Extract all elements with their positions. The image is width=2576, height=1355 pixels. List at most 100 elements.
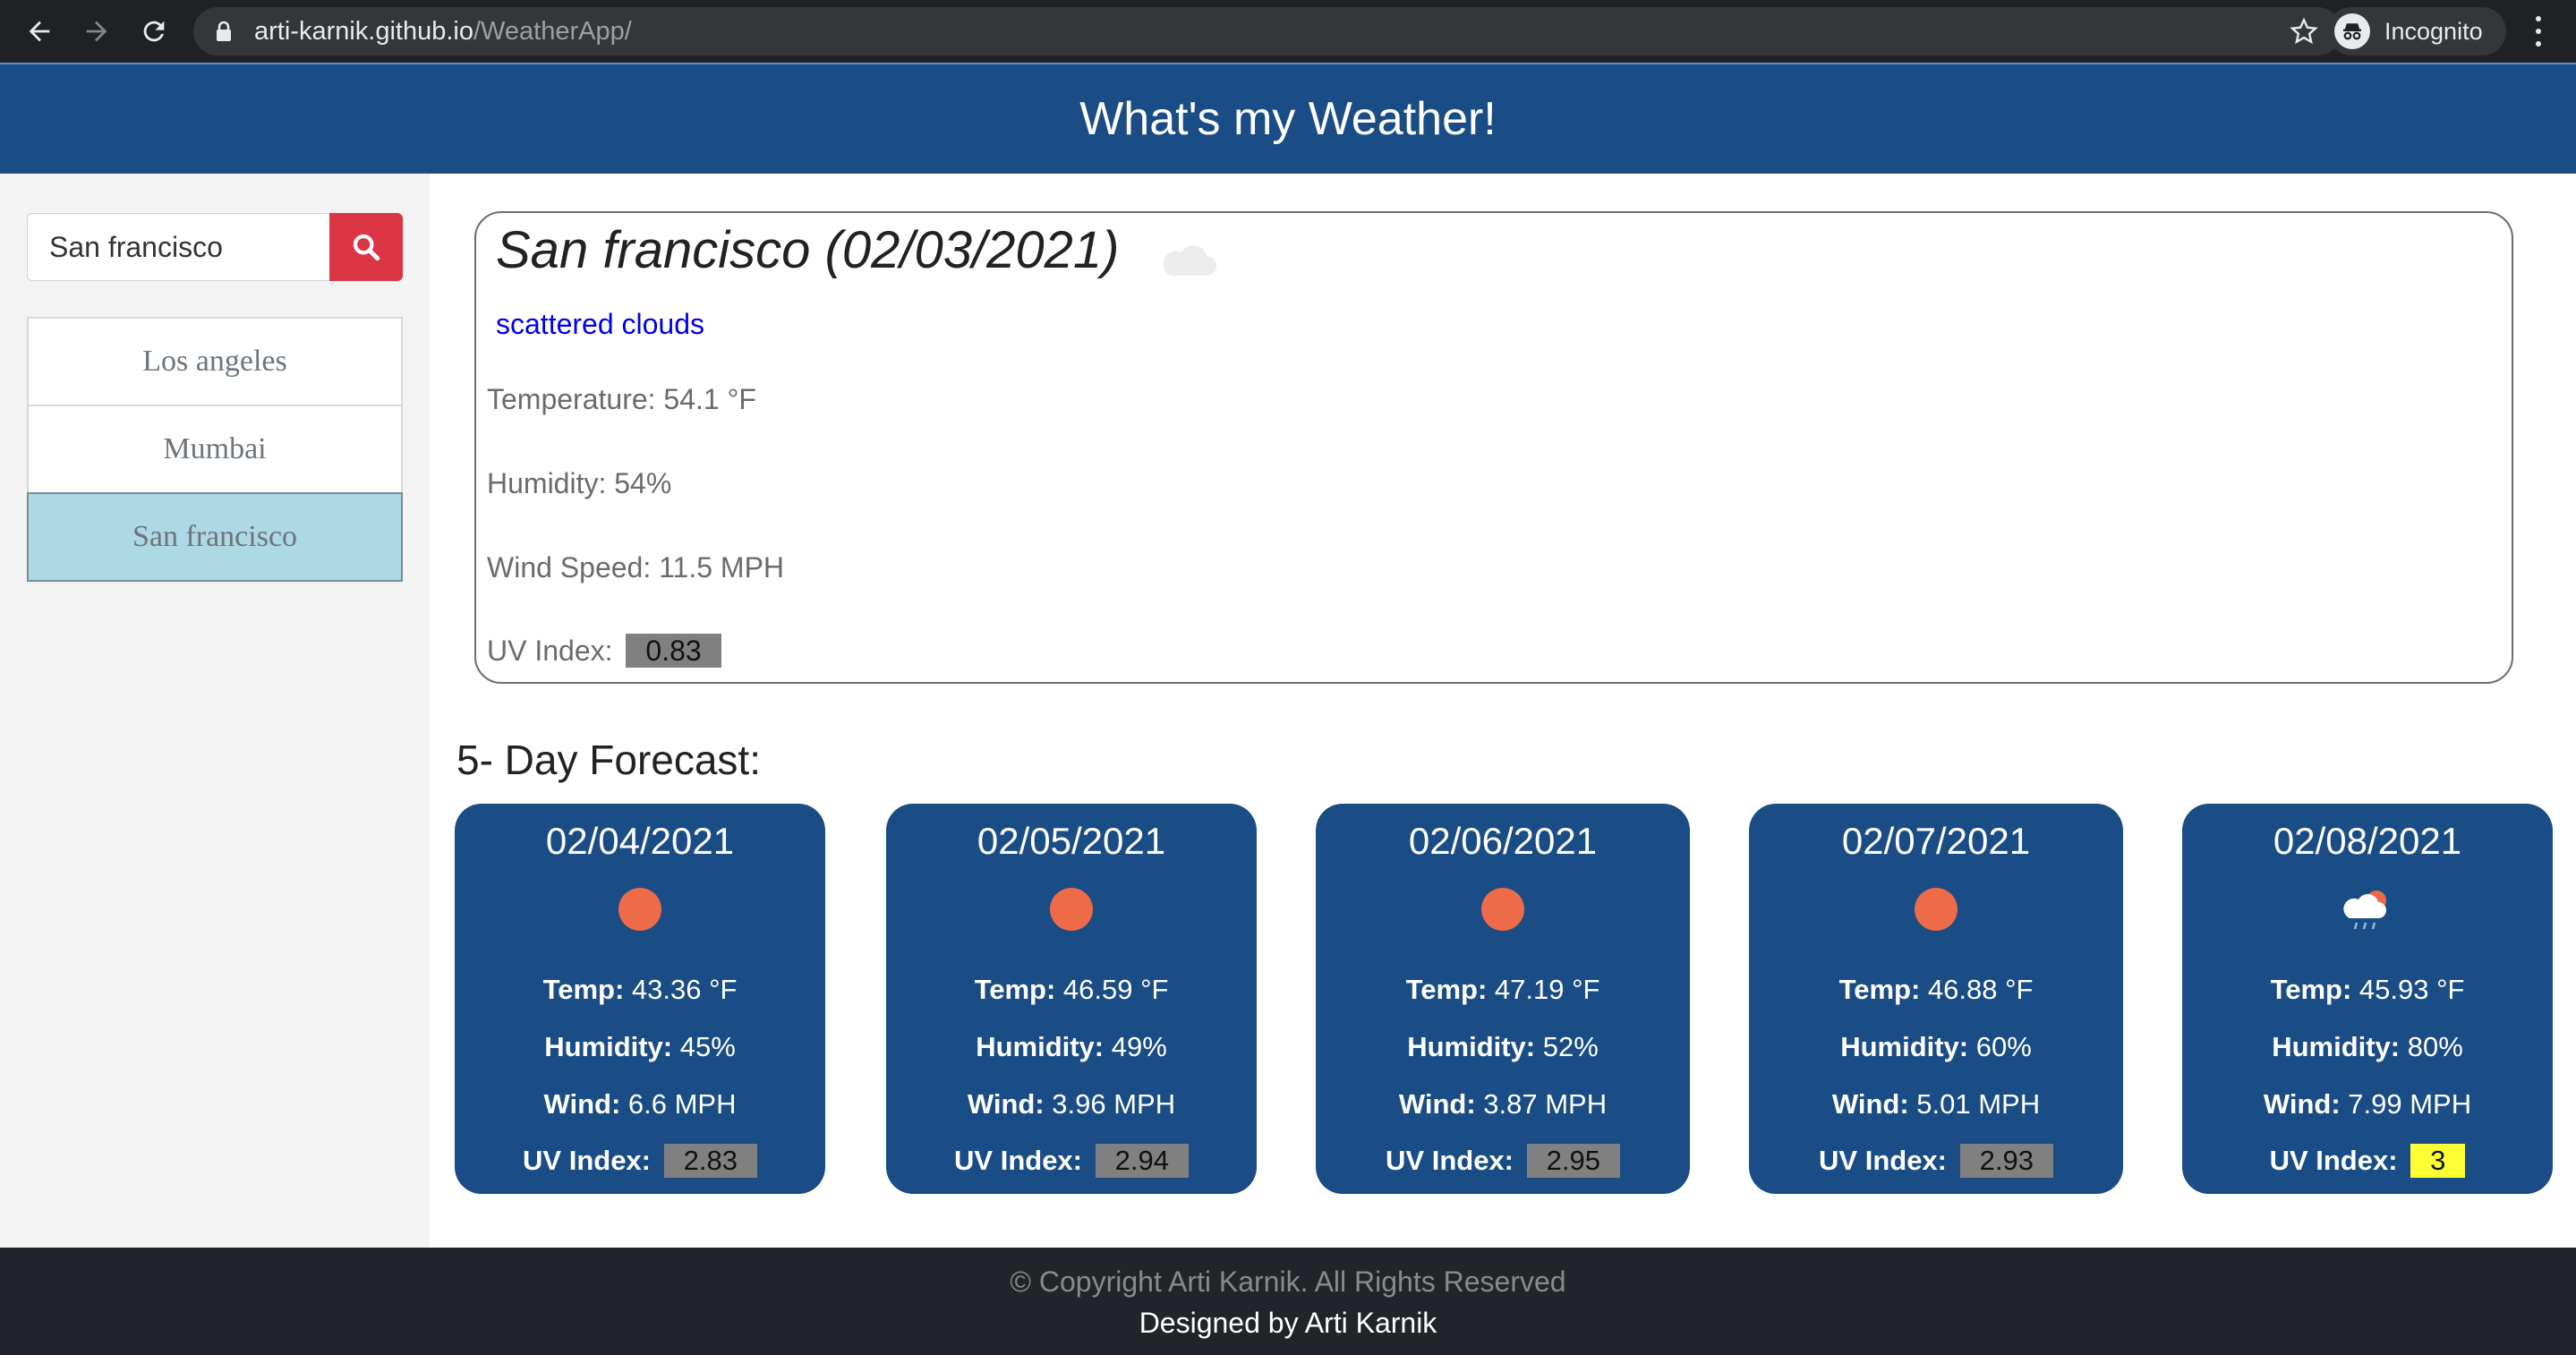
search-history-list: Los angeles Mumbai San francisco: [27, 317, 403, 582]
temp-value: 46.88 °F: [1927, 974, 2034, 1005]
wind-value: 3.96 MPH: [1052, 1088, 1176, 1120]
wind-value: 7.99 MPH: [2348, 1088, 2472, 1120]
forecast-date: 02/07/2021: [1841, 820, 2031, 862]
forward-arrow-icon: [86, 21, 107, 42]
reload-icon: [143, 21, 165, 42]
temp-label: Temp:: [1405, 974, 1488, 1005]
wind-value: 3.87 MPH: [1483, 1088, 1608, 1120]
forecast-humidity: Humidity: 52%: [1316, 1031, 1690, 1063]
sun-icon: [1915, 888, 1958, 931]
humidity-value: 49%: [1111, 1031, 1167, 1062]
humidity-value: 45%: [679, 1031, 736, 1062]
forecast-uv: UV Index: 2.93: [1749, 1144, 2123, 1178]
incognito-label: Incognito: [2384, 17, 2483, 45]
wind-value: 5.01 MPH: [1916, 1088, 2041, 1120]
uv-label: UV Index:: [1819, 1145, 1947, 1176]
forecast-temp: Temp: 45.93 °F: [2182, 974, 2553, 1006]
weather-description: scattered clouds: [496, 308, 705, 340]
current-wind-speed: Wind Speed: 11.5 MPH: [487, 551, 785, 584]
wind-label: Wind:: [543, 1088, 621, 1120]
humidity-value: 52%: [1542, 1031, 1599, 1062]
temp-label: Temp:: [542, 974, 625, 1005]
sidebar: Los angeles Mumbai San francisco: [0, 174, 430, 1248]
url-path: /WeatherApp/: [473, 17, 632, 46]
temp-label: Temp:: [1838, 974, 1921, 1005]
bookmark-star-icon[interactable]: [2290, 17, 2318, 46]
search-button[interactable]: [329, 213, 403, 281]
wind-label: Wind:: [1398, 1088, 1476, 1120]
designer-credit: Designed by Arti Karnik: [1139, 1307, 1437, 1339]
forward-button[interactable]: [75, 10, 118, 53]
forecast-card: 02/05/2021 Temp: 46.59 °F Humidity: 49% …: [886, 804, 1257, 1194]
lock-icon: [217, 21, 231, 41]
url-host: arti-karnik.github.io: [254, 17, 473, 46]
sun-icon: [618, 888, 661, 931]
current-temperature: Temperature: 54.1 °F: [487, 383, 756, 415]
uv-label: UV Index:: [487, 635, 613, 667]
uv-badge: 2.93: [1959, 1144, 2053, 1178]
forecast-humidity: Humidity: 80%: [2182, 1031, 2553, 1063]
forecast-temp: Temp: 46.88 °F: [1749, 974, 2123, 1006]
forecast-wind: Wind: 3.96 MPH: [886, 1088, 1257, 1121]
uv-label: UV Index:: [1386, 1145, 1514, 1176]
forecast-card: 02/08/2021 Temp: 45.93 °F Humidity: 80% …: [2182, 804, 2553, 1194]
forecast-wind: Wind: 5.01 MPH: [1749, 1088, 2123, 1121]
current-weather-card: San francisco (02/03/2021) scattered clo…: [474, 211, 2513, 684]
temp-value: 45.93 °F: [2358, 974, 2465, 1005]
uv-badge: 2.94: [1095, 1144, 1189, 1178]
sun-icon: [1481, 888, 1524, 931]
forecast-temp: Temp: 46.59 °F: [886, 974, 1257, 1006]
history-item-mumbai[interactable]: Mumbai: [27, 405, 403, 494]
incognito-profile-button[interactable]: Incognito: [2327, 7, 2506, 55]
incognito-icon: [2334, 13, 2370, 49]
forecast-uv: UV Index: 3: [2182, 1144, 2553, 1178]
current-humidity: Humidity: 54%: [487, 467, 672, 499]
reload-button[interactable]: [132, 10, 175, 53]
forecast-uv: UV Index: 2.83: [455, 1144, 825, 1178]
forecast-humidity: Humidity: 45%: [455, 1031, 825, 1063]
site-header: What's my Weather!: [0, 63, 2576, 174]
back-button[interactable]: [18, 10, 61, 53]
humidity-label: Humidity:: [1840, 1031, 1969, 1062]
forecast-date: 02/05/2021: [977, 820, 1166, 862]
forecast-date: 02/04/2021: [545, 820, 735, 862]
humidity-value: 60%: [1975, 1031, 2032, 1062]
wind-value: 6.6 MPH: [627, 1088, 737, 1120]
uv-badge: 0.83: [626, 634, 721, 668]
site-footer: © Copyright Arti Karnik. All Rights Rese…: [0, 1248, 2576, 1355]
temp-label: Temp:: [974, 974, 1056, 1005]
wind-label: Wind:: [967, 1088, 1045, 1120]
temp-value: 46.59 °F: [1062, 974, 1169, 1005]
uv-label: UV Index:: [2269, 1145, 2398, 1176]
forecast-humidity: Humidity: 49%: [886, 1031, 1257, 1063]
uv-badge: 2.83: [663, 1144, 757, 1178]
humidity-label: Humidity:: [544, 1031, 673, 1062]
forecast-wind: Wind: 7.99 MPH: [2182, 1088, 2553, 1121]
address-bar[interactable]: arti-karnik.github.io/WeatherApp/: [193, 7, 2341, 55]
temp-value: 43.36 °F: [631, 974, 738, 1005]
forecast-uv: UV Index: 2.95: [1316, 1144, 1690, 1178]
history-item-san-francisco[interactable]: San francisco: [27, 492, 403, 582]
forecast-humidity: Humidity: 60%: [1749, 1031, 2123, 1063]
sun-cloud-rain-icon: [2343, 891, 2386, 930]
more-vert-icon[interactable]: [2526, 13, 2551, 50]
forecast-heading: 5- Day Forecast:: [456, 737, 761, 783]
uv-badge: 2.95: [1526, 1144, 1620, 1178]
humidity-label: Humidity:: [976, 1031, 1105, 1062]
temp-label: Temp:: [2270, 974, 2352, 1005]
history-item-los-angeles[interactable]: Los angeles: [27, 317, 403, 406]
forecast-wind: Wind: 3.87 MPH: [1316, 1088, 1690, 1121]
uv-label: UV Index:: [523, 1145, 651, 1176]
page-title: What's my Weather!: [1079, 93, 1497, 145]
forecast-date: 02/06/2021: [1408, 820, 1598, 862]
sun-icon: [1050, 888, 1093, 931]
city-search-input[interactable]: [27, 213, 331, 281]
forecast-card: 02/04/2021 Temp: 43.36 °F Humidity: 45% …: [455, 804, 825, 1194]
browser-toolbar: arti-karnik.github.io/WeatherApp/ Incogn…: [0, 0, 2576, 63]
forecast-temp: Temp: 47.19 °F: [1316, 974, 1690, 1006]
forecast-wind: Wind: 6.6 MPH: [455, 1088, 825, 1121]
forecast-card: 02/06/2021 Temp: 47.19 °F Humidity: 52% …: [1316, 804, 1690, 1194]
humidity-label: Humidity:: [1407, 1031, 1536, 1062]
forecast-date: 02/08/2021: [2273, 820, 2462, 862]
wind-label: Wind:: [2263, 1088, 2341, 1120]
